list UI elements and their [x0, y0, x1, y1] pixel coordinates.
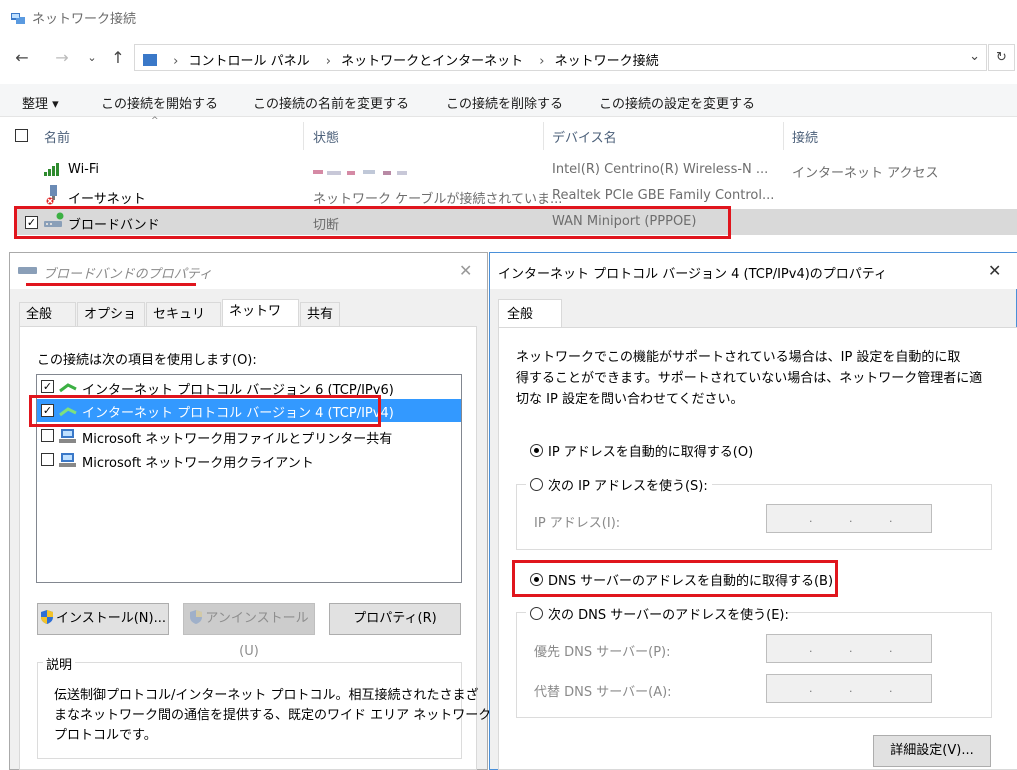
auto-ip-radio[interactable] [530, 444, 543, 457]
preferred-dns-label: 優先 DNS サーバー(P): [534, 645, 671, 660]
start-connection-button[interactable]: この接続を開始する [101, 93, 218, 112]
crumb-network-connections[interactable]: ネットワーク接続 [555, 54, 659, 69]
title-red-underline [26, 283, 196, 286]
manual-dns-radio[interactable] [530, 607, 543, 620]
column-header-status[interactable]: 状態 [313, 127, 339, 146]
row-name: Wi-Fi [68, 162, 100, 177]
network-client-icon [59, 452, 77, 472]
uac-shield-icon [40, 607, 54, 637]
row-status: ネットワーク ケーブルが接続されていま... [313, 192, 563, 207]
row-name: イーサネット [68, 192, 146, 207]
refresh-button[interactable]: ↻ [988, 44, 1015, 71]
sort-ascending-icon: ^ [151, 116, 159, 126]
intro-text: ネットワークでこの機能がサポートされている場合は、IP 設定を自動的に取 得する… [516, 350, 983, 407]
auto-ip-label[interactable]: IP アドレスを自動的に取得する(O) [548, 441, 753, 460]
recent-locations-icon[interactable]: ⌄ [80, 46, 104, 70]
manual-ip-radio[interactable] [530, 478, 543, 491]
red-highlight-box [29, 395, 381, 427]
manual-dns-label[interactable]: 次の DNS サーバーのアドレスを使う(E): [548, 604, 789, 623]
breadcrumb: › コントロール パネル › ネットワークとインターネット › ネットワーク接続 [143, 50, 665, 69]
tab-strip: 全般 オプション セキュリティ ネットワーク 共有 [19, 299, 469, 346]
forward-button[interactable]: → [50, 46, 74, 70]
item-checkbox[interactable] [41, 453, 54, 466]
install-button[interactable]: インストール(N)... [37, 603, 169, 635]
ip-address-label: IP アドレス(I): [534, 516, 621, 531]
select-all-checkbox[interactable] [15, 129, 28, 142]
item-label: Microsoft ネットワーク用ファイルとプリンター共有 [82, 432, 393, 447]
file-sharing-icon [59, 428, 77, 448]
row-device: Intel(R) Centrino(R) Wireless-N ... [552, 162, 769, 177]
uac-shield-icon [189, 607, 203, 637]
blurred-status [313, 166, 409, 181]
red-highlight-box [14, 206, 731, 239]
up-button[interactable]: ↑ [106, 46, 130, 70]
tab-security[interactable]: セキュリティ [146, 302, 221, 346]
organize-button[interactable]: 整理 ▾ [22, 93, 59, 112]
delete-connection-button[interactable]: この接続を削除する [446, 93, 563, 112]
tab-options[interactable]: オプション [77, 302, 145, 346]
red-highlight-box [512, 560, 838, 597]
list-item[interactable]: Wi-Fi Intel(R) Centrino(R) Wireless-N ..… [0, 158, 1017, 182]
list-item[interactable]: Microsoft ネットワーク用ファイルとプリンター共有 [37, 425, 461, 447]
items-label: この接続は次の項目を使用します(O): [37, 353, 257, 368]
item-checkbox[interactable] [41, 429, 54, 442]
column-header-connectivity[interactable]: 接続 [792, 127, 818, 146]
rename-connection-button[interactable]: この接続の名前を変更する [253, 93, 409, 112]
preferred-dns-field[interactable]: ... [766, 634, 932, 663]
tab-network[interactable]: ネットワーク [222, 299, 299, 343]
ip-address-field[interactable]: ... [766, 504, 932, 533]
close-icon[interactable]: ✕ [459, 261, 472, 280]
change-settings-button[interactable]: この接続の設定を変更する [599, 93, 755, 112]
window-title: ネットワーク接続 [10, 8, 136, 27]
control-panel-icon [143, 54, 157, 66]
network-connections-icon [10, 11, 26, 25]
close-icon[interactable]: ✕ [988, 261, 1001, 280]
back-button[interactable]: ← [10, 46, 34, 70]
column-header-name[interactable]: 名前 [44, 127, 70, 146]
list-item[interactable]: Microsoft ネットワーク用クライアント [37, 449, 461, 471]
item-checkbox[interactable]: ✓ [41, 380, 54, 393]
tab-general[interactable]: 全般 [19, 302, 76, 326]
advanced-button[interactable]: 詳細設定(V)... [873, 735, 991, 767]
crumb-control-panel[interactable]: コントロール パネル [188, 54, 309, 69]
alternate-dns-label: 代替 DNS サーバー(A): [534, 685, 672, 700]
wifi-signal-icon [43, 161, 63, 181]
address-bar[interactable]: › コントロール パネル › ネットワークとインターネット › ネットワーク接続… [134, 44, 987, 71]
dialog-title: ブロードバンドのプロパティ [43, 267, 212, 282]
row-connectivity: インターネット アクセス [792, 166, 939, 181]
list-item[interactable]: イーサネット ネットワーク ケーブルが接続されていま... Realtek PC… [0, 184, 1017, 208]
description-label: 説明 [43, 654, 76, 673]
address-dropdown-icon[interactable]: ⌄ [969, 49, 980, 64]
row-device: Realtek PCIe GBE Family Control... [552, 188, 775, 203]
manual-ip-label[interactable]: 次の IP アドレスを使う(S): [548, 475, 708, 494]
alternate-dns-field[interactable]: ... [766, 674, 932, 703]
uninstall-button[interactable]: アンインストール(U) [183, 603, 315, 659]
dialog-title: インターネット プロトコル バージョン 4 (TCP/IPv4)のプロパティ [498, 267, 888, 282]
item-label: Microsoft ネットワーク用クライアント [82, 456, 314, 471]
tab-sharing[interactable]: 共有 [300, 302, 340, 326]
description-text: 伝送制御プロトコル/インターネット プロトコル。相互接続されたさまざ まなネット… [54, 688, 492, 743]
column-header-device[interactable]: デバイス名 [552, 127, 617, 146]
crumb-network-internet[interactable]: ネットワークとインターネット [341, 54, 523, 69]
broadband-dialog-icon [18, 264, 38, 280]
properties-button[interactable]: プロパティ(R) [329, 603, 461, 635]
tab-general[interactable]: 全般 [498, 299, 562, 328]
